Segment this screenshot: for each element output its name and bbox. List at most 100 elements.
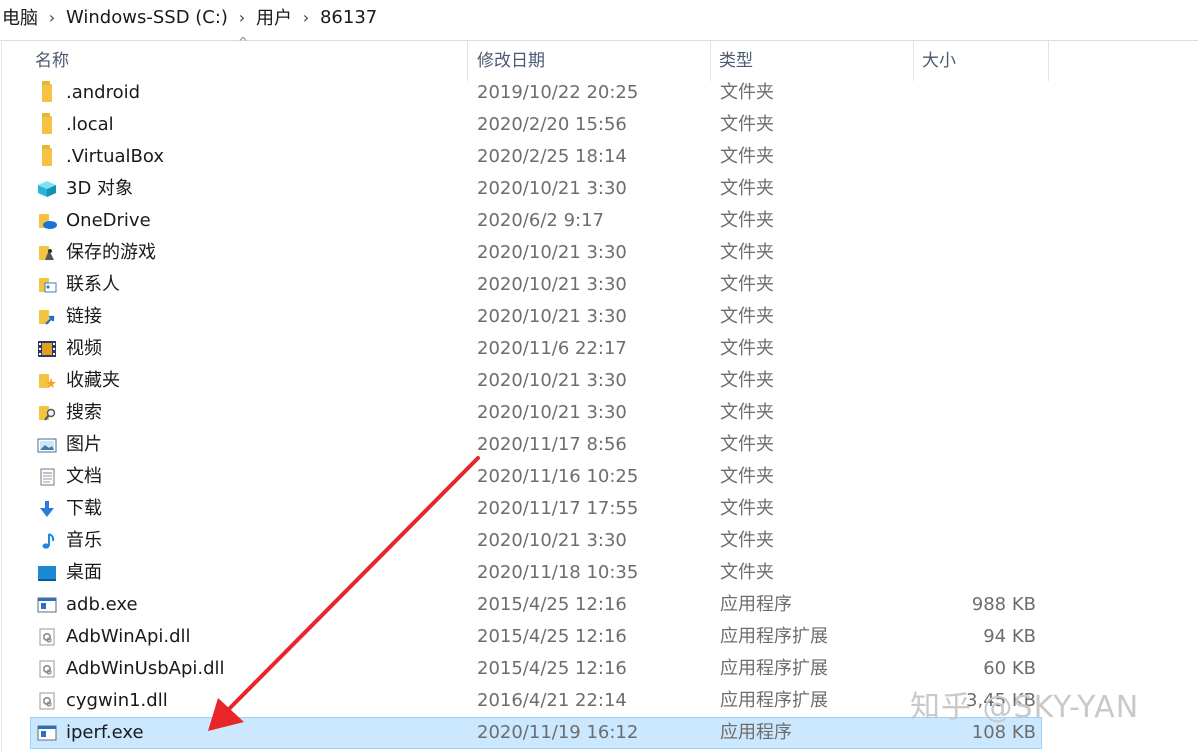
file-type: 文件夹 (720, 530, 774, 551)
file-type: 文件夹 (720, 498, 774, 519)
column-header-name[interactable]: 名称 (27, 41, 467, 81)
file-name: 收藏夹 (66, 370, 120, 391)
table-row[interactable]: adb.exe 2015/4/25 12:16 应用程序 988 KB (30, 589, 1042, 621)
file-date: 2020/10/21 3:30 (477, 306, 627, 327)
file-name: 图片 (66, 434, 102, 455)
file-date: 2020/10/21 3:30 (477, 274, 627, 295)
file-name: iperf.exe (66, 722, 144, 743)
file-date: 2020/10/21 3:30 (477, 178, 627, 199)
file-name: .android (66, 82, 141, 103)
file-date: 2020/11/17 17:55 (477, 498, 639, 519)
breadcrumb-item-computer[interactable]: 电脑 (0, 4, 41, 30)
file-name: .local (66, 114, 114, 135)
table-row[interactable]: .android 2019/10/22 20:25 文件夹 (30, 77, 1042, 109)
chevron-right-icon[interactable]: › (41, 8, 63, 27)
file-name: cygwin1.dll (66, 690, 168, 711)
file-name: 桌面 (66, 562, 102, 583)
file-date: 2020/11/18 10:35 (477, 562, 639, 583)
table-row[interactable]: AdbWinApi.dll 2015/4/25 12:16 应用程序扩展 94 KB (30, 621, 1042, 653)
file-name: 3D 对象 (66, 178, 134, 199)
column-divider[interactable] (1048, 41, 1049, 81)
file-name: 保存的游戏 (66, 242, 156, 263)
file-name: 下载 (66, 498, 102, 519)
table-row[interactable]: 下载 2020/11/17 17:55 文件夹 (30, 493, 1042, 525)
table-row[interactable]: iperf.exe 2020/11/19 16:12 应用程序 108 KB (30, 717, 1042, 749)
column-divider[interactable] (467, 41, 468, 81)
file-type: 文件夹 (720, 306, 774, 327)
breadcrumb-item-user-folder[interactable]: 86137 (317, 7, 380, 28)
file-name: 搜索 (66, 402, 102, 423)
table-row[interactable]: cygwin1.dll 2016/4/21 22:14 应用程序扩展 3,45 KB (30, 685, 1042, 717)
table-row[interactable]: 视频 2020/11/6 22:17 文件夹 (30, 333, 1042, 365)
file-type: 文件夹 (720, 114, 774, 135)
file-type: 文件夹 (720, 402, 774, 423)
file-type: 文件夹 (720, 370, 774, 391)
file-name: AdbWinApi.dll (66, 626, 191, 647)
file-date: 2015/4/25 12:16 (477, 594, 627, 615)
file-name: 联系人 (66, 274, 120, 295)
file-date: 2020/11/19 16:12 (477, 722, 639, 743)
file-date: 2019/10/22 20:25 (477, 82, 639, 103)
table-row[interactable]: 文档 2020/11/16 10:25 文件夹 (30, 461, 1042, 493)
column-header-bar: 名称 修改日期 类型 大小 (0, 41, 1198, 81)
file-type: 文件夹 (720, 178, 774, 199)
file-name: .VirtualBox (66, 146, 164, 167)
column-header-type[interactable]: 类型 (711, 41, 913, 81)
table-row[interactable]: 3D 对象 2020/10/21 3:30 文件夹 (30, 173, 1042, 205)
file-date: 2016/4/21 22:14 (477, 690, 627, 711)
file-type: 文件夹 (720, 338, 774, 359)
column-header-size[interactable]: 大小 (914, 41, 1048, 81)
file-name: 视频 (66, 338, 102, 359)
file-date: 2020/11/6 22:17 (477, 338, 627, 359)
table-row[interactable]: 收藏夹 2020/10/21 3:30 文件夹 (30, 365, 1042, 397)
file-size: 60 KB (983, 658, 1036, 679)
table-row[interactable]: 联系人 2020/10/21 3:30 文件夹 (30, 269, 1042, 301)
file-size: 988 KB (971, 594, 1036, 615)
file-type: 应用程序 (720, 594, 792, 615)
file-type: 应用程序 (720, 722, 792, 743)
file-date: 2015/4/25 12:16 (477, 626, 627, 647)
file-type: 应用程序扩展 (720, 626, 828, 647)
file-date: 2020/11/17 8:56 (477, 434, 627, 455)
table-row[interactable]: 音乐 2020/10/21 3:30 文件夹 (30, 525, 1042, 557)
file-type: 文件夹 (720, 274, 774, 295)
file-type: 文件夹 (720, 82, 774, 103)
file-date: 2020/10/21 3:30 (477, 370, 627, 391)
file-type: 文件夹 (720, 242, 774, 263)
table-row[interactable]: .VirtualBox 2020/2/25 18:14 文件夹 (30, 141, 1042, 173)
breadcrumb: 电脑 › Windows-SSD (C:) › 用户 › 86137 (0, 0, 1198, 34)
file-name: adb.exe (66, 594, 138, 615)
file-type: 文件夹 (720, 466, 774, 487)
file-date: 2020/11/16 10:25 (477, 466, 639, 487)
chevron-right-icon[interactable]: › (295, 8, 317, 27)
table-row[interactable]: .local 2020/2/20 15:56 文件夹 (30, 109, 1042, 141)
file-size: 94 KB (983, 626, 1036, 647)
table-row[interactable]: 链接 2020/10/21 3:30 文件夹 (30, 301, 1042, 333)
file-date: 2020/10/21 3:30 (477, 242, 627, 263)
table-row[interactable]: 搜索 2020/10/21 3:30 文件夹 (30, 397, 1042, 429)
table-row[interactable]: AdbWinUsbApi.dll 2015/4/25 12:16 应用程序扩展 60 … (30, 653, 1042, 685)
file-name: AdbWinUsbApi.dll (66, 658, 225, 679)
file-type: 文件夹 (720, 210, 774, 231)
file-date: 2020/10/21 3:30 (477, 402, 627, 423)
breadcrumb-item-users[interactable]: 用户 (253, 4, 295, 30)
pane-divider (1, 40, 2, 752)
column-header-date[interactable]: 修改日期 (469, 41, 709, 81)
file-type: 文件夹 (720, 146, 774, 167)
table-row[interactable]: 桌面 2020/11/18 10:35 文件夹 (30, 557, 1042, 589)
file-date: 2020/10/21 3:30 (477, 530, 627, 551)
table-row[interactable]: 图片 2020/11/17 8:56 文件夹 (30, 429, 1042, 461)
breadcrumb-item-drive[interactable]: Windows-SSD (C:) (63, 7, 231, 28)
file-name: 音乐 (66, 530, 102, 551)
file-name: 链接 (66, 306, 102, 327)
table-row[interactable]: 保存的游戏 2020/10/21 3:30 文件夹 (30, 237, 1042, 269)
file-date: 2020/2/25 18:14 (477, 146, 627, 167)
file-name: 文档 (66, 466, 102, 487)
chevron-right-icon[interactable]: › (231, 8, 253, 27)
file-type: 文件夹 (720, 562, 774, 583)
table-row[interactable]: OneDrive 2020/6/2 9:17 文件夹 (30, 205, 1042, 237)
watermark: 知乎 @SKY-YAN (910, 690, 1140, 725)
file-date: 2015/4/25 12:16 (477, 658, 627, 679)
file-type: 应用程序扩展 (720, 690, 828, 711)
file-type: 应用程序扩展 (720, 658, 828, 679)
